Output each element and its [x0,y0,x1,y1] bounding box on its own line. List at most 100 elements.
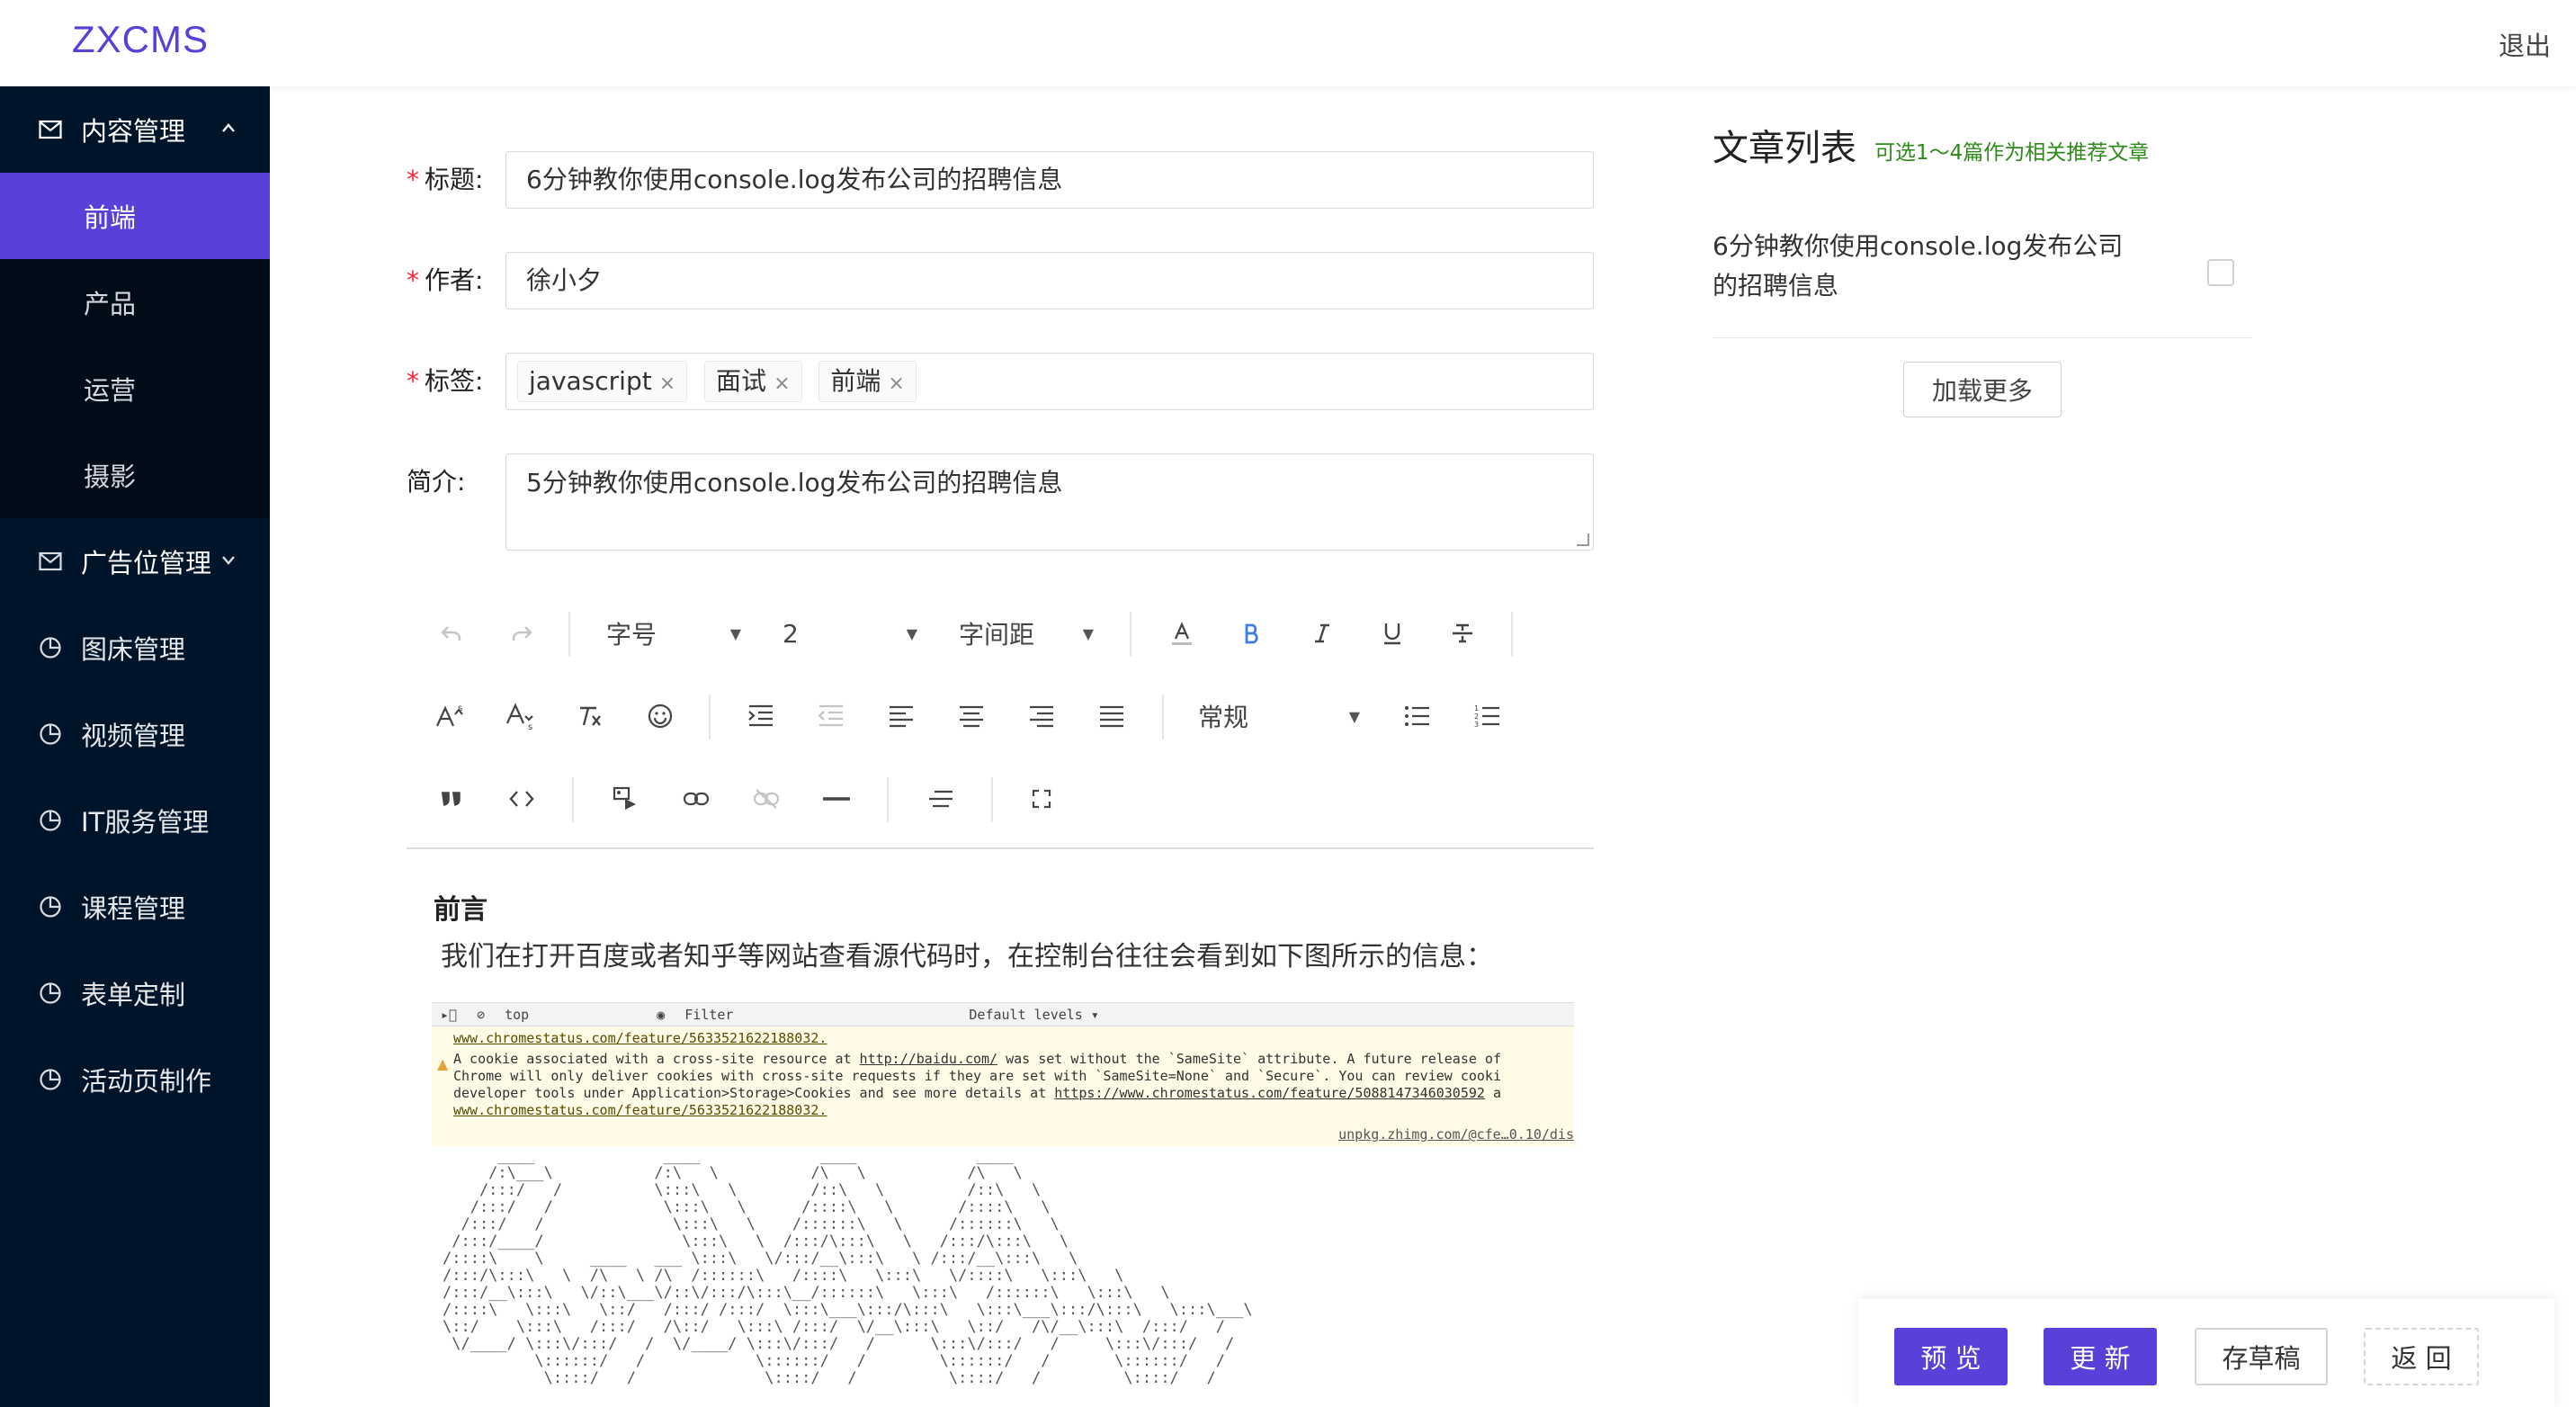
console-text: a [1484,1085,1501,1101]
sidebar-item-image-hosting[interactable]: 图床管理 [0,605,270,691]
sidebar-item-video[interactable]: 视频管理 [0,691,270,777]
close-icon[interactable]: × [888,372,904,395]
italic-icon[interactable] [1302,601,1342,666]
tag-chip: javascript × [517,361,688,402]
redo-icon[interactable] [502,601,541,666]
tag-chip: 面试 × [704,361,802,402]
pie-chart-icon [38,894,63,919]
code-icon[interactable] [502,766,541,831]
console-text: A cookie associated with a cross-site re… [453,1051,860,1067]
toolbar-separator [1511,612,1513,657]
bold-icon[interactable] [1232,601,1272,666]
toolbar-separator [568,612,570,657]
form-row-tags: * 标签: javascript × 面试 × 前端 × [407,353,1594,410]
bullet-list-icon[interactable] [1398,684,1437,748]
line-height-select[interactable]: 2 ▼ [783,601,917,666]
logout-link[interactable]: 退出 [2499,25,2551,63]
console-line: A cookie associated with a cross-site re… [432,1051,1574,1068]
chevron-down-icon [221,551,236,569]
resize-handle[interactable] [1577,533,1589,546]
toolbar-separator [1162,695,1164,739]
menu-group-ads[interactable]: 广告位管理 [0,518,270,605]
article-title-line: 6分钟教你使用console.log发布公司 [1713,231,2124,261]
toolbar-separator [991,777,993,822]
letter-spacing-label: 字间距 [959,620,1035,650]
load-more-button[interactable]: 加载更多 [1903,362,2062,417]
sidebar-item-frontend[interactable]: 前端 [0,173,270,259]
console-panel-icon: ▸⃞ [441,1006,458,1023]
block-icon: ⊘ [477,1006,486,1023]
sidebar-item-product[interactable]: 产品 [0,259,270,345]
emoji-icon[interactable] [640,684,680,748]
text-color-icon[interactable] [1162,601,1202,666]
summary-text: 5分钟教你使用console.log发布公司的招聘信息 [526,468,1063,497]
sidebar-item-course[interactable]: 课程管理 [0,864,270,950]
heading-label: 常规 [1198,703,1249,732]
clear-format-icon[interactable] [570,684,610,748]
subscript-icon[interactable]: s [502,684,541,748]
text-indent-icon[interactable] [921,766,961,831]
console-filter: Filter [684,1006,734,1023]
align-left-icon[interactable] [881,684,921,748]
toolbar-row [407,766,1594,831]
fullscreen-icon[interactable] [1022,766,1061,831]
letter-spacing-select[interactable]: 字间距 ▼ [959,601,1094,666]
sidebar-item-activity-page[interactable]: 活动页制作 [0,1036,270,1123]
title-input[interactable]: 6分钟教你使用console.log发布公司的招聘信息 [505,151,1594,209]
outdent-icon[interactable] [811,684,851,748]
align-justify-icon[interactable] [1092,684,1131,748]
sidebar-item-label: 视频管理 [81,721,186,751]
underline-icon[interactable] [1373,601,1412,666]
summary-textarea[interactable]: 5分钟教你使用console.log发布公司的招聘信息 [505,453,1594,551]
author-label: * 作者: [407,252,483,309]
close-icon[interactable]: × [659,372,675,395]
tags-label: * 标签: [407,353,483,410]
link-icon[interactable] [676,766,716,831]
console-screenshot: ▸⃞ ⊘ top ◉ Filter Default levels ▾ www.c… [432,1002,1574,1146]
font-size-select[interactable]: 字号 ▼ [606,601,741,666]
tag-label: 面试 [716,366,767,396]
app-logo[interactable]: ZXCMS [72,18,209,61]
mail-icon [38,117,63,142]
superscript-icon[interactable]: s [432,684,471,748]
ordered-list-icon[interactable]: 123 [1468,684,1507,748]
editor-paragraph: 我们在打开百度或者知乎等网站查看源代码时，在控制台往往会看到如下图所示的信息： [441,941,1493,972]
strikethrough-icon[interactable] [1443,601,1482,666]
unlink-icon[interactable] [747,766,786,831]
action-bar: 预 览 更 新 存草稿 返 回 [1858,1299,2554,1407]
author-input[interactable]: 徐小夕 [505,252,1594,309]
horizontal-rule-icon[interactable] [817,766,856,831]
article-list-title: 文章列表 [1713,128,1856,169]
caret-down-icon: ▼ [1082,624,1094,642]
toolbar-separator [887,777,889,822]
svg-text:1: 1 [1474,704,1479,712]
tags-select[interactable]: javascript × 面试 × 前端 × [505,353,1594,410]
form-row-summary: 简介: 5分钟教你使用console.log发布公司的招聘信息 [407,453,1594,551]
update-button[interactable]: 更 新 [2044,1328,2157,1385]
svg-text:3: 3 [1474,721,1479,729]
editor-toolbar: 字号 ▼ 2 ▼ 字间距 ▼ s s 常规 ▼ 1 2 3 [407,601,1594,849]
indent-icon[interactable] [741,684,781,748]
blockquote-icon[interactable] [432,766,471,831]
back-button[interactable]: 返 回 [2364,1328,2479,1385]
align-center-icon[interactable] [952,684,991,748]
sidebar-item-form-custom[interactable]: 表单定制 [0,950,270,1036]
rich-text-editor[interactable]: 前言 我们在打开百度或者知乎等网站查看源代码时，在控制台往往会看到如下图所示的信… [407,878,1594,1407]
title-label: * 标题: [407,151,483,209]
svg-text:s: s [458,704,462,713]
align-right-icon[interactable] [1022,684,1061,748]
pie-chart-icon [38,635,63,660]
sidebar-item-operation[interactable]: 运营 [0,345,270,432]
preview-button[interactable]: 预 览 [1894,1328,2008,1385]
console-levels: Default levels ▾ [969,1006,1099,1023]
sidebar-item-it-service[interactable]: IT服务管理 [0,777,270,864]
menu-group-label: 内容管理 [81,116,186,147]
sidebar-item-photography[interactable]: 摄影 [0,432,270,518]
close-icon[interactable]: × [774,372,790,395]
save-draft-button[interactable]: 存草稿 [2195,1328,2328,1385]
menu-group-content[interactable]: 内容管理 [0,86,270,173]
article-checkbox[interactable] [2207,259,2234,286]
undo-icon[interactable] [432,601,471,666]
heading-select[interactable]: 常规 ▼ [1198,684,1360,748]
media-icon[interactable] [606,766,646,831]
